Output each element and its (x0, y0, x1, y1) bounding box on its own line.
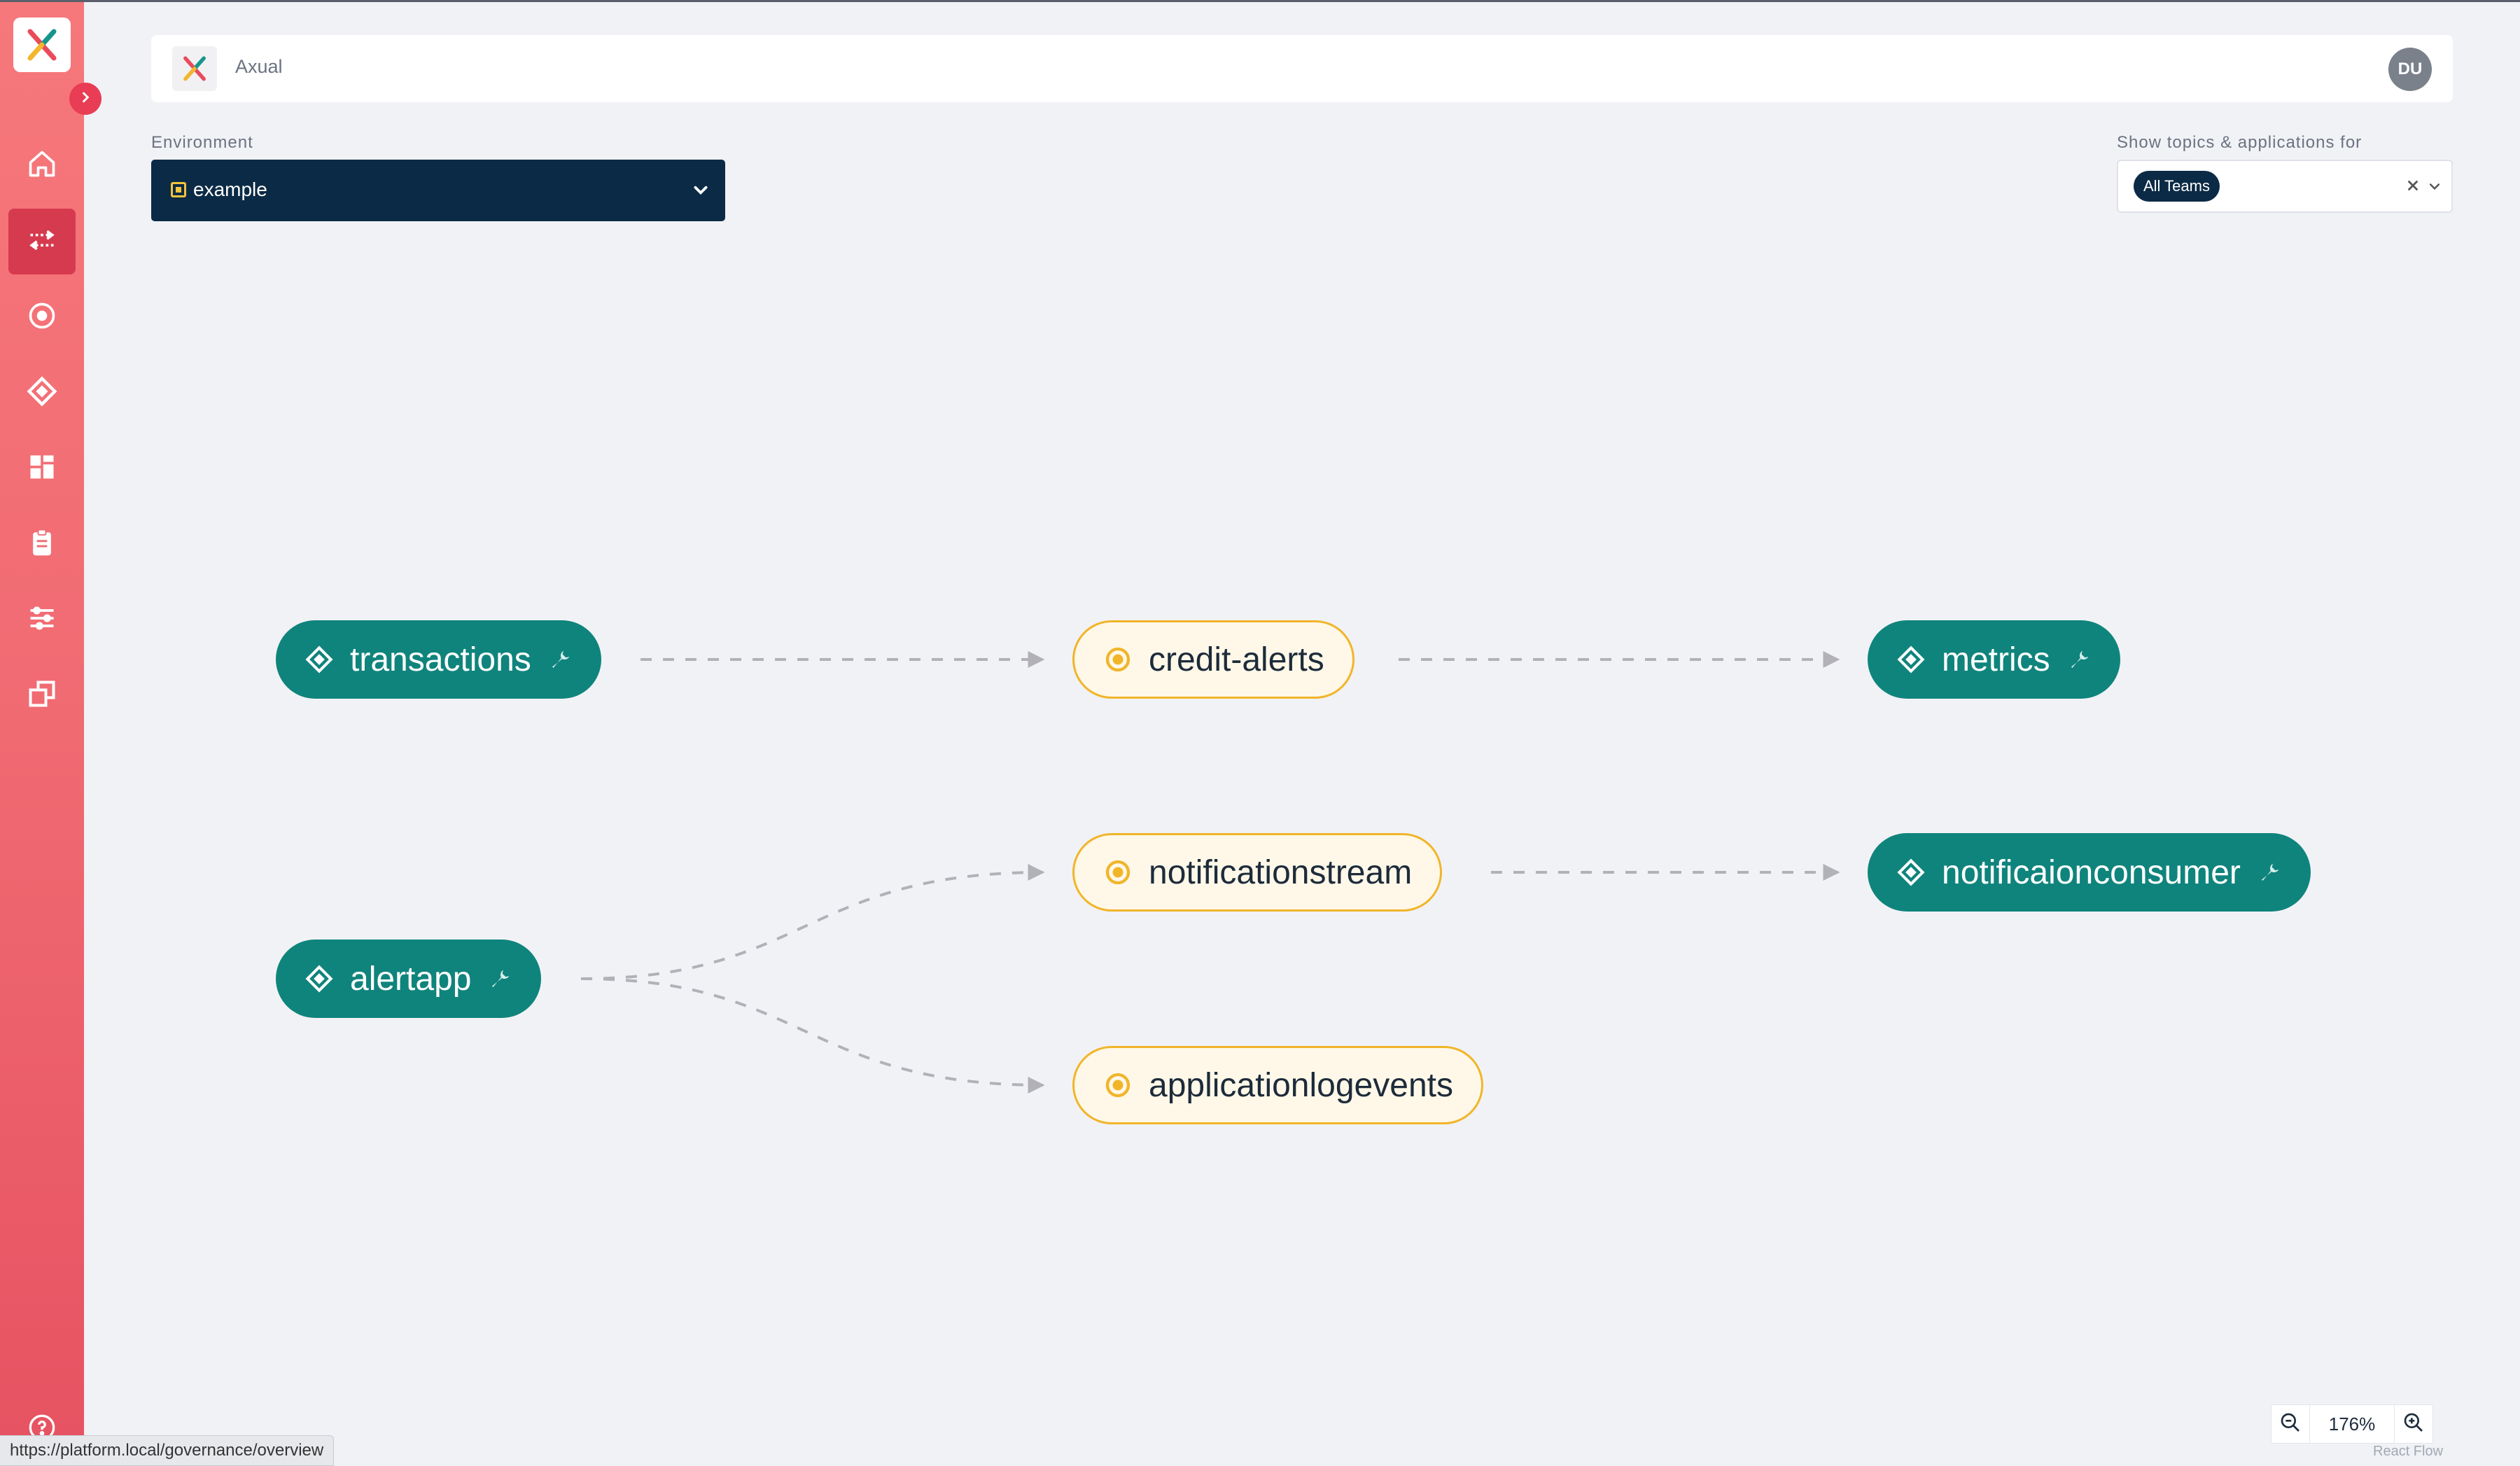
react-flow-attribution[interactable]: React Flow (2373, 1444, 2443, 1460)
node-label: metrics (1942, 641, 2050, 678)
topic-icon (1102, 857, 1133, 888)
node-label: alertapp (350, 960, 472, 998)
node-alertapp[interactable]: alertapp (276, 940, 542, 1018)
node-credit-alerts[interactable]: credit-alerts (1072, 620, 1354, 699)
zoom-in-button[interactable] (2395, 1405, 2432, 1443)
zoom-out-button[interactable] (2272, 1405, 2309, 1443)
sidebar-expand-button[interactable] (69, 83, 102, 115)
zoom-out-icon (2279, 1411, 2302, 1437)
application-icon (1896, 644, 1926, 675)
zoom-in-icon (2402, 1411, 2425, 1437)
node-transactions[interactable]: transactions (276, 620, 601, 699)
node-label: transactions (350, 641, 531, 678)
node-label: notificationstream (1149, 853, 1413, 891)
edge-alertapp-applicationlogevents (580, 977, 1045, 1094)
node-notificationstream[interactable]: notificationstream (1072, 833, 1443, 912)
wrench-icon[interactable] (2258, 860, 2283, 885)
application-icon (304, 963, 335, 994)
wrench-icon[interactable] (548, 647, 573, 672)
node-label: notificaionconsumer (1942, 853, 2241, 891)
edge-alertapp-notificationstream (580, 864, 1045, 980)
zoom-level: 176% (2309, 1405, 2395, 1443)
wrench-icon[interactable] (2067, 647, 2092, 672)
node-applicationlogevents[interactable]: applicationlogevents (1072, 1046, 1483, 1124)
application-icon (1896, 857, 1926, 888)
node-label: applicationlogevents (1149, 1066, 1453, 1104)
node-notificaionconsumer[interactable]: notificaionconsumer (1868, 833, 2311, 912)
status-bar-url: https://platform.local/governance/overvi… (0, 1435, 335, 1466)
application-icon (304, 644, 335, 675)
chevron-right-icon (78, 90, 92, 108)
zoom-controls: 176% (2271, 1404, 2433, 1444)
node-metrics[interactable]: metrics (1868, 620, 2120, 699)
topic-icon (1102, 644, 1133, 675)
topic-icon (1102, 1070, 1133, 1101)
wrench-icon[interactable] (488, 966, 513, 991)
flow-edges (580, 651, 1840, 1094)
node-label: credit-alerts (1149, 641, 1324, 678)
